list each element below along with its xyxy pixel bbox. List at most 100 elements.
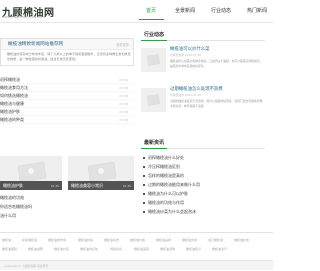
latest-item-title: 初榨橄榄油什么好处 bbox=[148, 155, 184, 160]
copyright-text: Copyright © 九顾棉油网 版权所有 bbox=[4, 264, 49, 268]
photo-date: 07-30 bbox=[122, 184, 131, 188]
feature-more-link[interactable]: 查看更多 bbox=[116, 42, 129, 47]
list-item-title: 橄榄油的功效 bbox=[0, 195, 24, 200]
industry-news-item[interactable]: 橄榄油可以炒什么菜 管理员发布 2022-07-30 橄榄油可以用来炒各种家常菜… bbox=[141, 45, 265, 83]
feature-card-header: 橄榄油精致新闻网站推荐网 查看更多 bbox=[1, 39, 133, 50]
latest-item[interactable]: 冷压榨橄榄油区别 bbox=[143, 163, 265, 171]
feature-title[interactable]: 橄榄油精致新闻网站推荐网 bbox=[8, 41, 63, 47]
footer-links: 橄榄油 初榨橄榄油 橄榄油的作用 橄榄油护肤 橄榄油功效 橄榄油价格 橄榄油品牌… bbox=[0, 236, 273, 262]
list-item-title: 如何挑选橄榄油 bbox=[0, 93, 28, 98]
footer-link[interactable]: 橄榄油选购 bbox=[160, 247, 175, 251]
latest-item[interactable]: 初榨橄榄油什么好处 bbox=[143, 154, 265, 162]
nav-item-news[interactable]: 全景新闻 bbox=[172, 4, 198, 19]
footer-link[interactable]: 特级初榨 bbox=[110, 247, 122, 251]
bullet-icon bbox=[143, 211, 145, 213]
latest-item[interactable]: 怎样的橄榄油是真的 bbox=[143, 172, 265, 180]
section-accent-bar bbox=[141, 40, 167, 41]
main-nav: 首页 全景新闻 行业动态 热门新闻 bbox=[130, 4, 273, 19]
footer-link[interactable]: 橄榄油面膜 bbox=[2, 247, 17, 251]
footer-link[interactable]: 橄榄油美容 bbox=[134, 247, 149, 251]
bullet-icon bbox=[143, 193, 145, 195]
list-item[interactable]: 橄榄油食用方法 07-30 bbox=[0, 84, 134, 92]
latest-item[interactable]: 橄榄油为什么可以护肤 bbox=[143, 190, 265, 198]
news-headline[interactable]: 过期橄榄油怎么处理不浪费 bbox=[170, 86, 223, 92]
photo-caption-bar: 橄榄油护肤 07-30 bbox=[0, 181, 62, 190]
footer-link[interactable]: 橄榄油护发 bbox=[234, 238, 249, 242]
bullet-icon bbox=[143, 184, 145, 186]
latest-heading: 最新资讯 bbox=[144, 140, 165, 146]
footer-link[interactable]: 橄榄油减肥 bbox=[28, 247, 43, 251]
news-thumbnail-icon bbox=[141, 88, 166, 112]
feature-excerpt: 橄榄油的营养成分非常丰富，除了九成以上的单不饱和脂肪酸外，还含有多种维生素和抗氧… bbox=[7, 52, 131, 62]
footer-divider bbox=[0, 232, 273, 233]
latest-item-title: 橄榄油为什么可以护肤 bbox=[148, 191, 188, 196]
latest-item[interactable]: 过期的橄榄油能用来做什么用 bbox=[143, 181, 265, 189]
list-item[interactable]: 橄榄油的种类 07-30 bbox=[0, 116, 134, 124]
list-item[interactable]: 如何挑选橄榄油 07-30 bbox=[0, 92, 134, 100]
list-item[interactable]: 橄榄油与健康 07-30 bbox=[0, 100, 134, 108]
footer-link[interactable]: 橄榄油炒菜 bbox=[54, 247, 69, 251]
list-item[interactable]: 油什么用 bbox=[0, 212, 134, 220]
site-subtitle: www.jiugumianyou.com bbox=[2, 15, 45, 19]
news-excerpt: 过期的橄榄油虽然不宜食用，但可以用来擦拭皮具、润滑门窗合页或者护理木质家具，物尽… bbox=[170, 99, 263, 108]
list-item[interactable]: 橄榄油的功效 bbox=[0, 194, 134, 202]
latest-item[interactable]: 橄榄油炒菜为什么会起泡沫 bbox=[143, 208, 265, 216]
photo-date: 07-30 bbox=[50, 184, 59, 188]
list-item-date: 07-30 bbox=[119, 86, 128, 90]
nav-item-home[interactable]: 首页 bbox=[142, 4, 160, 19]
photo-caption: 橄榄油美容小常识 bbox=[71, 183, 103, 188]
news-meta: 管理员发布 2022-07-30 bbox=[170, 53, 202, 57]
footer-link[interactable]: 初榨橄榄油 bbox=[22, 238, 37, 242]
footer-link[interactable]: 橄榄油知识 bbox=[186, 247, 201, 251]
bullet-icon bbox=[143, 166, 145, 168]
industry-news-item[interactable]: 过期橄榄油怎么处理不浪费 管理员发布 2022-07-30 过期的橄榄油虽然不宜… bbox=[141, 85, 265, 123]
list-item-title: 橄榄油的种类 bbox=[0, 117, 24, 122]
list-item[interactable]: 橄榄油护肤 07-30 bbox=[0, 108, 134, 116]
latest-section-header: 最新资讯 bbox=[141, 138, 265, 149]
footer-link[interactable]: 橄榄油品牌 bbox=[156, 238, 171, 242]
footer-link[interactable]: 进口橄榄油 bbox=[208, 238, 223, 242]
industry-heading: 行业动态 bbox=[144, 32, 165, 38]
copyright-bar: Copyright © 九顾棉油网 版权所有 bbox=[0, 260, 273, 270]
list-item-title: 你适合吃橄榄油吗 bbox=[0, 204, 32, 209]
photo-card-right[interactable]: 橄榄油美容小常识 07-30 bbox=[68, 156, 134, 190]
site-header: 九顾棉油网 www.jiugumianyou.com 首页 全景新闻 行业动态 … bbox=[0, 0, 273, 22]
list-item-title: 橄榄油与健康 bbox=[0, 101, 24, 106]
bullet-icon bbox=[143, 202, 145, 204]
footer-link[interactable]: 橄榄油护肤 bbox=[78, 238, 93, 242]
section-accent-bar bbox=[141, 148, 167, 149]
list-item[interactable]: 初榨橄榄油 07-30 bbox=[0, 76, 134, 84]
latest-item[interactable]: 橄榄油的功效与作用 bbox=[143, 199, 265, 207]
photo-card-left[interactable]: 橄榄油护肤 07-30 bbox=[0, 156, 62, 190]
footer-link[interactable]: 橄榄油价格 bbox=[130, 238, 145, 242]
latest-item-title: 冷压榨橄榄油区别 bbox=[148, 164, 180, 169]
industry-section-header: 行业动态 bbox=[141, 30, 265, 41]
footer-link[interactable]: 橄榄油的好处 bbox=[80, 247, 98, 251]
news-headline[interactable]: 橄榄油可以炒什么菜 bbox=[170, 46, 210, 52]
list-item-date: 07-30 bbox=[119, 118, 128, 122]
photo-caption: 橄榄油护肤 bbox=[3, 183, 23, 188]
footer-link[interactable]: 橄榄油资讯 bbox=[212, 247, 227, 251]
photo-caption-bar: 橄榄油美容小常识 07-30 bbox=[68, 181, 134, 190]
footer-link[interactable]: 橄榄油功效 bbox=[104, 238, 119, 242]
news-excerpt: 橄榄油可以用来炒各种家常菜，口感清淡不油腻，也可以用来凉拌和烘焙，是厨房中非常实… bbox=[170, 59, 263, 68]
list-item[interactable]: 你适合吃橄榄油吗 bbox=[0, 203, 134, 211]
latest-item-title: 橄榄油炒菜为什么会起泡沫 bbox=[148, 209, 196, 214]
bullet-icon bbox=[143, 157, 145, 159]
footer-link[interactable]: 橄榄油的作用 bbox=[48, 238, 66, 242]
footer-link[interactable]: 橄榄油 bbox=[2, 238, 11, 242]
feature-card: 橄榄油精致新闻网站推荐网 查看更多 橄榄油的营养成分非常丰富，除了九成以上的单不… bbox=[0, 38, 134, 66]
list-item-title: 初榨橄榄油 bbox=[0, 77, 20, 82]
bullet-icon bbox=[143, 175, 145, 177]
header-divider bbox=[0, 22, 273, 23]
list-item-title: 橄榄油食用方法 bbox=[0, 85, 28, 90]
list-item-title: 油什么用 bbox=[0, 213, 16, 218]
nav-active-indicator bbox=[139, 19, 164, 20]
footer-link[interactable]: 橄榄油食用 bbox=[182, 238, 197, 242]
list-item-date: 07-30 bbox=[119, 94, 128, 98]
latest-item-title: 橄榄油的功效与作用 bbox=[148, 200, 184, 205]
nav-item-hot[interactable]: 热门新闻 bbox=[244, 4, 270, 19]
list-item-date: 07-30 bbox=[119, 102, 128, 106]
latest-item-title: 过期的橄榄油能用来做什么用 bbox=[148, 182, 200, 187]
nav-item-industry[interactable]: 行业动态 bbox=[208, 4, 234, 19]
